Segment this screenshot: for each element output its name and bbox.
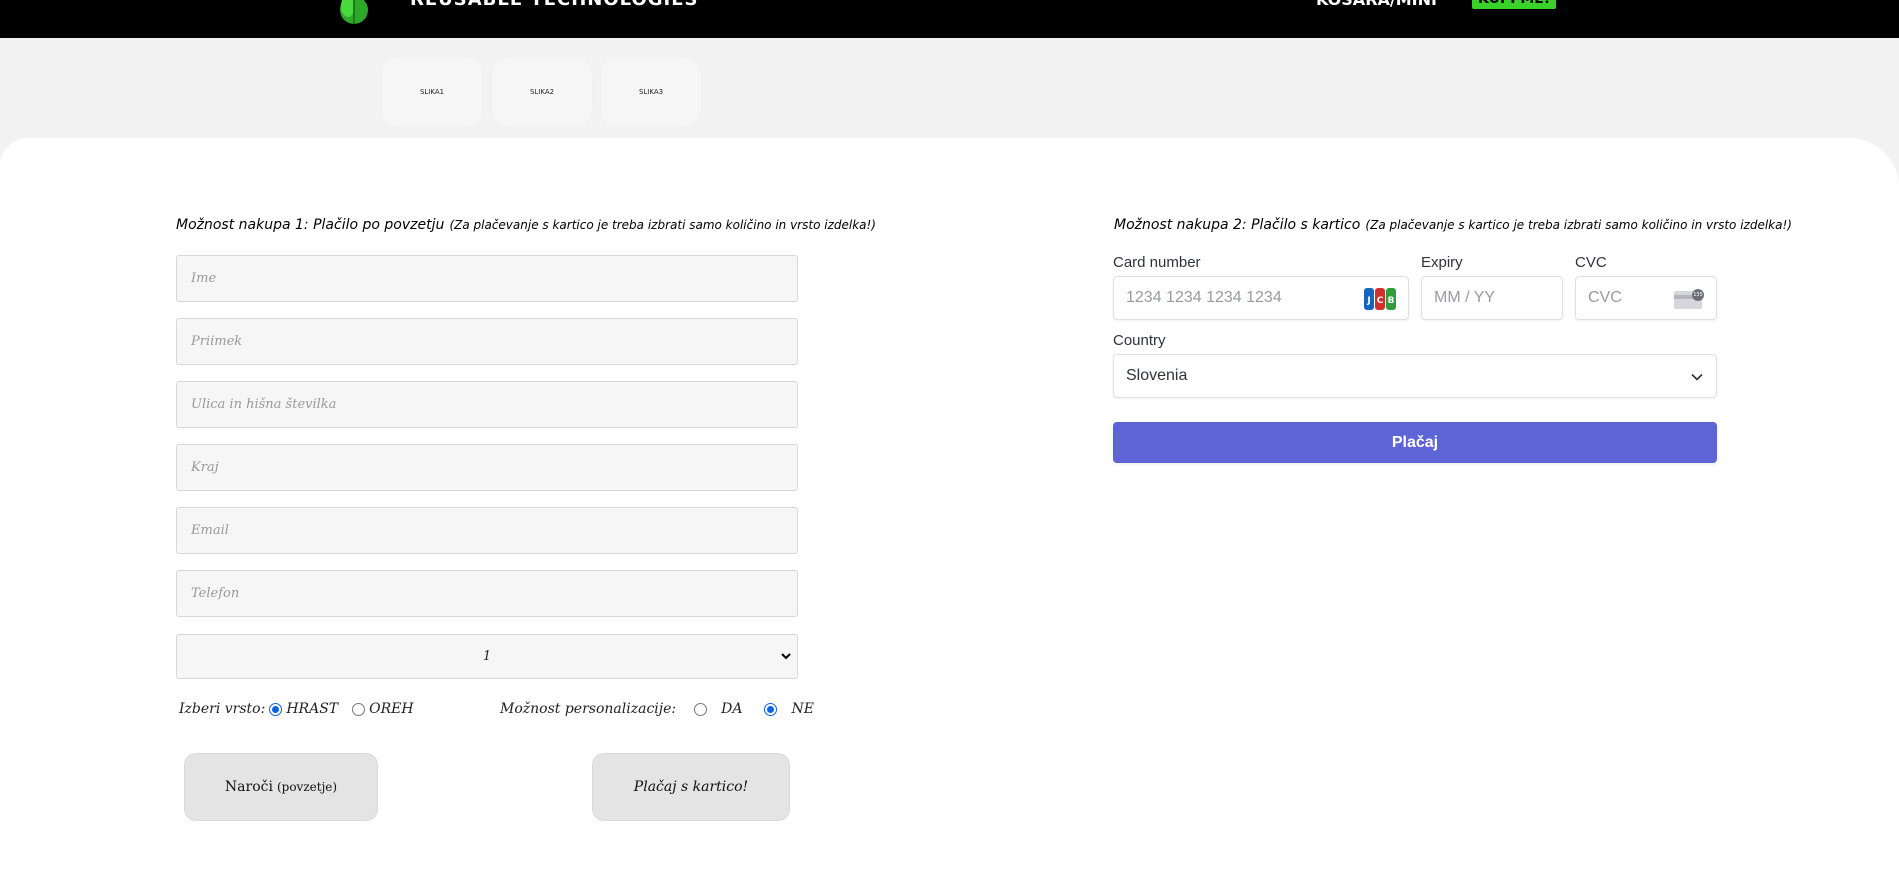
cvc-icon-badge: 135 — [1693, 292, 1703, 298]
cvc-card-icon: 135 — [1674, 289, 1704, 309]
jcb-card-icon: J C B — [1364, 288, 1396, 310]
radio-oreh-label: OREH — [369, 701, 414, 717]
personalization-label: Možnost personalizacije: — [500, 701, 677, 717]
option2-heading: Možnost nakupa 2: Plačilo s kartico (Za … — [1114, 214, 1792, 233]
leaf-logo-icon[interactable] — [332, 0, 374, 26]
radio-da-label: DA — [721, 701, 743, 717]
thumbnail-2[interactable]: SLIKA2 — [492, 58, 592, 126]
cvc-label: CVC — [1575, 254, 1607, 271]
first-name-input[interactable] — [176, 255, 798, 302]
order-button-label: Naroči — [224, 779, 273, 795]
last-name-input[interactable] — [176, 318, 798, 365]
top-navigation-bar: REUSABLE TECHNOLOGIES KOŠARA/MINI KUPI M… — [0, 0, 1899, 38]
expiry-placeholder: MM / YY — [1434, 289, 1496, 306]
quantity-select[interactable]: 1 — [176, 634, 798, 679]
card-number-input[interactable]: 1234 1234 1234 1234 J C B — [1113, 276, 1409, 320]
option2-heading-sub: (Za plačevanje s kartico je treba izbrat… — [1365, 218, 1792, 232]
type-label: Izberi vrsto: — [179, 701, 266, 717]
radio-hrast-label: HRAST — [286, 701, 339, 717]
option1-heading-main: Možnost nakupa 1: Plačilo po povzetju — [176, 217, 445, 233]
quantity-value: 1 — [482, 649, 492, 664]
radio-hrast[interactable] — [269, 702, 283, 716]
country-select[interactable]: Slovenia — [1113, 354, 1717, 398]
email-input[interactable] — [176, 507, 798, 554]
svg-text:C: C — [1377, 296, 1384, 306]
radio-da[interactable] — [694, 702, 708, 716]
radio-oreh[interactable] — [352, 702, 366, 716]
expiry-input[interactable]: MM / YY — [1421, 276, 1563, 320]
city-input[interactable] — [176, 444, 798, 491]
card-number-label: Card number — [1113, 254, 1201, 271]
personalization-radio-group: Možnost personalizacije: DA NE — [500, 699, 814, 719]
thumbnail-3[interactable]: SLIKA3 — [601, 58, 701, 126]
street-input[interactable] — [176, 381, 798, 428]
option2-heading-main: Možnost nakupa 2: Plačilo s kartico — [1114, 217, 1361, 233]
order-cod-button[interactable]: Naroči (povzetje) — [184, 753, 378, 821]
thumbnail-1[interactable]: SLIKA1 — [382, 58, 482, 126]
cvc-input[interactable]: CVC 135 — [1575, 276, 1717, 320]
buy-button[interactable]: KUPI ME! — [1472, 0, 1557, 9]
pay-button[interactable]: Plačaj — [1113, 422, 1717, 463]
pay-with-card-button[interactable]: Plačaj s kartico! — [592, 753, 790, 821]
expiry-label: Expiry — [1421, 254, 1463, 271]
card-number-placeholder: 1234 1234 1234 1234 — [1126, 289, 1282, 306]
country-label: Country — [1113, 332, 1166, 349]
option1-heading-sub: (Za plačevanje s kartico je treba izbrat… — [449, 218, 876, 232]
nav-link-cart[interactable]: KOŠARA/MINI — [1316, 0, 1437, 10]
cvc-placeholder: CVC — [1588, 289, 1622, 306]
option1-heading: Možnost nakupa 1: Plačilo po povzetju (Z… — [176, 214, 876, 233]
svg-text:J: J — [1366, 296, 1370, 306]
country-value: Slovenia — [1126, 367, 1188, 384]
radio-ne-label: NE — [791, 701, 814, 717]
chevron-down-icon — [1691, 373, 1703, 381]
type-radio-group: Izberi vrsto: HRAST OREH — [179, 699, 414, 719]
brand-name[interactable]: REUSABLE TECHNOLOGIES — [410, 0, 699, 10]
phone-input[interactable] — [176, 570, 798, 617]
svg-text:B: B — [1388, 296, 1395, 306]
chevron-down-icon — [781, 653, 791, 660]
order-button-note: (povzetje) — [276, 780, 338, 794]
radio-ne[interactable] — [764, 702, 778, 716]
